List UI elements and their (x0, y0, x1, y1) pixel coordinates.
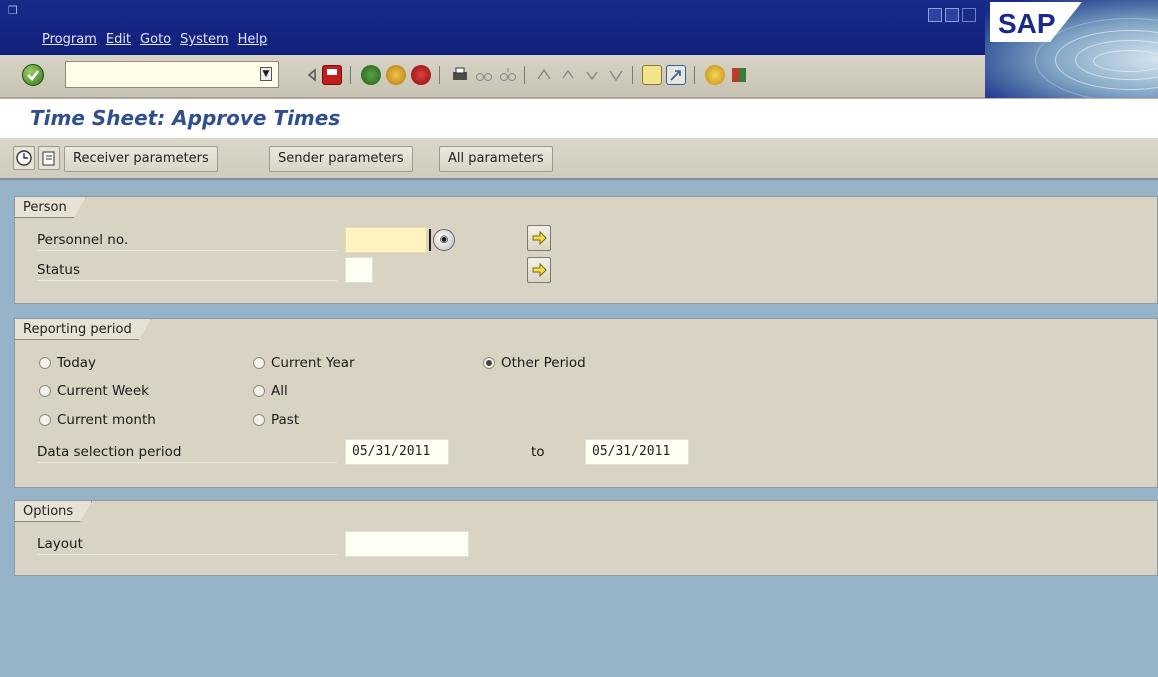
menu-edit[interactable]: Edit (106, 32, 131, 47)
print-icon[interactable] (450, 65, 470, 85)
layout-menu-icon[interactable] (729, 65, 749, 85)
back-icon[interactable] (361, 65, 381, 85)
create-session-icon[interactable] (642, 65, 662, 85)
find-icon[interactable] (474, 65, 494, 85)
close-window-button[interactable] (962, 8, 976, 22)
radio-current-month[interactable]: Current month (39, 412, 156, 428)
status-field[interactable] (345, 257, 373, 283)
sap-logo-text: SAP (998, 8, 1056, 39)
execute-clock-icon (16, 150, 32, 166)
radio-button[interactable] (39, 414, 51, 426)
exit-icon[interactable] (386, 65, 406, 85)
receiver-parameters-button[interactable]: Receiver parameters (64, 146, 218, 172)
period-to-date-field[interactable]: 05/31/2011 (585, 439, 689, 465)
standard-toolbar: ▼ (0, 55, 985, 98)
data-selection-period-label: Data selection period (37, 441, 337, 463)
radio-button[interactable] (39, 385, 51, 397)
radio-button[interactable] (253, 385, 265, 397)
radio-today[interactable]: Today (39, 355, 96, 371)
menu-goto[interactable]: Goto (140, 32, 171, 47)
arrow-right-icon (532, 262, 547, 278)
title-area: Time Sheet: Approve Times (0, 98, 1158, 138)
last-page-icon[interactable] (606, 65, 626, 85)
sender-parameters-button[interactable]: Sender parameters (269, 146, 413, 172)
arrow-right-icon (532, 230, 547, 246)
first-page-icon[interactable] (534, 65, 554, 85)
radio-label: Today (57, 355, 97, 371)
command-history-icon[interactable]: ▼ (260, 67, 272, 81)
radio-all[interactable]: All (253, 383, 288, 399)
menu-system[interactable]: System (180, 32, 228, 47)
person-group-label: Person (15, 197, 86, 218)
enter-check-icon[interactable] (22, 64, 44, 86)
personnel-no-field[interactable] (345, 227, 427, 253)
radio-other-period[interactable]: Other Period (483, 355, 586, 371)
shortcut-icon[interactable] (666, 65, 686, 85)
command-field[interactable]: ▼ (65, 61, 279, 88)
previous-page-icon[interactable] (558, 65, 578, 85)
radio-label: Current month (57, 412, 156, 428)
application-toolbar: Receiver parameters Sender parameters Al… (0, 138, 1158, 180)
execute-button[interactable] (13, 146, 35, 170)
radio-current-year[interactable]: Current Year (253, 355, 355, 371)
layout-field[interactable] (345, 531, 469, 557)
variant-icon (42, 151, 55, 166)
status-multiple-selection-button[interactable] (527, 257, 551, 283)
help-icon[interactable] (705, 65, 725, 85)
all-parameters-button[interactable]: All parameters (439, 146, 553, 172)
radio-label: Current Year (271, 355, 355, 371)
period-from-date-field[interactable]: 05/31/2011 (345, 439, 449, 465)
sap-logo: SAP (990, 2, 1082, 42)
status-label: Status (37, 259, 337, 281)
save-icon[interactable] (322, 65, 342, 85)
radio-label: Other Period (501, 355, 586, 371)
radio-button[interactable] (253, 414, 265, 426)
system-menu-icon[interactable]: ❒ (8, 5, 22, 17)
to-label: to (531, 444, 545, 460)
maximize-button[interactable] (945, 8, 959, 22)
menu-help[interactable]: Help (238, 32, 268, 47)
layout-label: Layout (37, 533, 337, 555)
menu-program[interactable]: Program (42, 32, 97, 47)
next-page-icon[interactable] (582, 65, 602, 85)
radio-label: All (271, 383, 288, 399)
radio-label: Current Week (57, 383, 149, 399)
page-title: Time Sheet: Approve Times (30, 106, 341, 130)
options-group-label: Options (15, 501, 92, 522)
radio-past[interactable]: Past (253, 412, 299, 428)
options-group: Options Layout (14, 500, 1158, 576)
personnel-no-multiple-selection-button[interactable] (527, 225, 551, 251)
radio-button[interactable] (253, 357, 265, 369)
menu-bar: Program Edit Goto System Help (42, 32, 267, 47)
minimize-button[interactable] (928, 8, 942, 22)
person-group: Person Personnel no. ◉ Status (14, 196, 1158, 304)
get-variant-button[interactable] (38, 146, 60, 170)
back-arrow-small-icon[interactable] (302, 65, 322, 85)
radio-label: Past (271, 412, 300, 428)
personnel-no-label: Personnel no. (37, 229, 337, 251)
reporting-period-group: Reporting period Today Current Week Curr… (14, 318, 1158, 488)
radio-button-selected[interactable] (483, 357, 495, 369)
reporting-period-group-label: Reporting period (15, 319, 151, 340)
cancel-icon[interactable] (411, 65, 431, 85)
search-help-icon[interactable]: ◉ (433, 229, 455, 251)
window-controls (928, 8, 976, 22)
radio-button[interactable] (39, 357, 51, 369)
radio-current-week[interactable]: Current Week (39, 383, 149, 399)
find-next-icon[interactable] (498, 65, 518, 85)
text-cursor (429, 229, 431, 251)
